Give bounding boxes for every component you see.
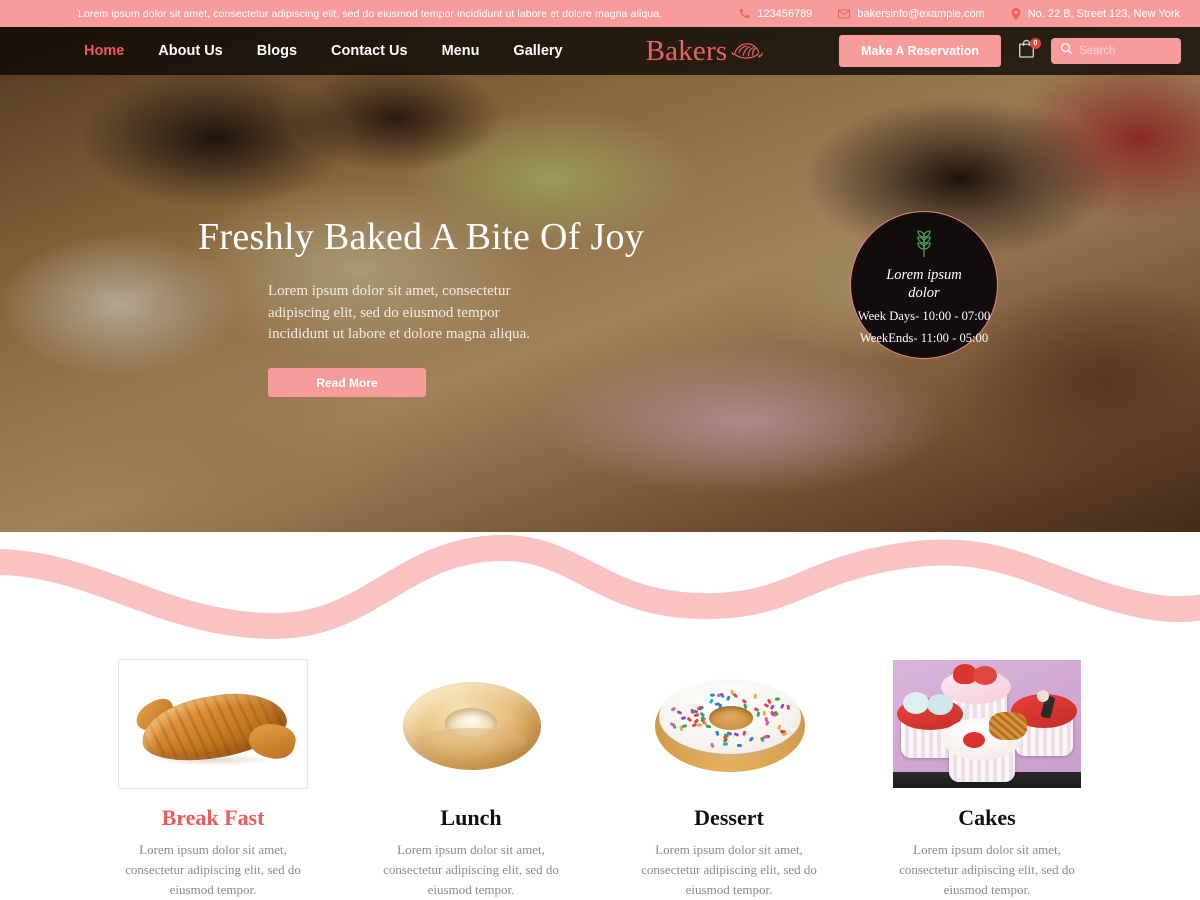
category-card-cakes[interactable]: Cakes Lorem ipsum dolor sit amet, consec…	[858, 660, 1116, 900]
bagel-illustration	[377, 660, 565, 788]
nav-links: Home About Us Blogs Contact Us Menu Gall…	[84, 43, 563, 59]
cart-count-badge: 0	[1030, 38, 1041, 49]
category-description: Lorem ipsum dolor sit amet, consectetur …	[383, 842, 559, 898]
contact-address[interactable]: No. 22 B, Street 123, New York	[1011, 7, 1180, 20]
contact-email[interactable]: bakersinfo@example.com	[838, 7, 985, 20]
search-box[interactable]	[1051, 38, 1181, 64]
sprinkle-donut-photo	[635, 660, 823, 788]
category-title: Lunch	[440, 805, 502, 830]
nav-link-blogs[interactable]: Blogs	[257, 43, 297, 59]
croissant-photo	[119, 660, 307, 788]
contact-address-text: No. 22 B, Street 123, New York	[1027, 7, 1180, 20]
site-logo[interactable]: Bakers	[646, 35, 765, 68]
nav-link-about-us[interactable]: About Us	[158, 43, 222, 59]
hero-description: Lorem ipsum dolor sit amet, consectetur …	[268, 282, 531, 343]
contact-phone[interactable]: 123456789	[739, 8, 812, 20]
topbar-tagline: Lorem ipsum dolor sit amet, consectetur …	[78, 7, 663, 20]
wave-divider	[0, 532, 1200, 642]
hours-weekdays: Week Days- 10:00 - 07:00	[857, 309, 991, 324]
donut-illustration	[635, 660, 823, 788]
category-card-lunch[interactable]: Lunch Lorem ipsum dolor sit amet, consec…	[342, 660, 600, 900]
nav-link-contact-us[interactable]: Contact Us	[331, 43, 408, 59]
hero-title: Freshly Baked A Bite Of Joy	[198, 216, 645, 258]
opening-hours-badge: Lorem ipsum dolor Week Days- 10:00 - 07:…	[850, 211, 998, 359]
search-icon	[1060, 42, 1073, 60]
category-description: Lorem ipsum dolor sit amet, consectetur …	[899, 842, 1075, 898]
make-a-reservation-button[interactable]: Make A Reservation	[839, 35, 1001, 67]
brand-name: Bakers	[645, 34, 728, 67]
category-title: Break Fast	[161, 805, 265, 830]
nav-link-gallery[interactable]: Gallery	[513, 43, 562, 59]
category-description: Lorem ipsum dolor sit amet, consectetur …	[125, 842, 301, 898]
bagel-photo	[377, 660, 565, 788]
category-title: Cakes	[958, 805, 1016, 830]
contact-phone-text: 123456789	[757, 7, 813, 20]
category-card-dessert[interactable]: Dessert Lorem ipsum dolor sit amet, cons…	[600, 660, 858, 900]
read-more-button[interactable]: Read More	[268, 368, 426, 398]
cupcakes-photo	[893, 660, 1081, 788]
mail-icon	[838, 9, 851, 19]
category-title: Dessert	[694, 805, 764, 830]
location-pin-icon	[1011, 7, 1021, 20]
cupcakes-illustration	[893, 660, 1081, 788]
category-card-break-fast[interactable]: Break Fast Lorem ipsum dolor sit amet, c…	[84, 660, 342, 900]
wheat-leaf-icon	[912, 228, 936, 263]
croissant-logo-icon	[730, 36, 764, 67]
cart-button[interactable]: 0	[1015, 38, 1041, 63]
croissant-illustration	[119, 660, 307, 788]
contact-email-text: bakersinfo@example.com	[857, 7, 985, 20]
hours-title: Lorem ipsum dolor	[886, 267, 962, 301]
wave-shape-icon	[0, 534, 1200, 640]
hero-section: Home About Us Blogs Contact Us Menu Gall…	[0, 27, 1200, 532]
main-navigation: Home About Us Blogs Contact Us Menu Gall…	[0, 27, 1200, 75]
search-input[interactable]	[1079, 45, 1172, 57]
nav-link-menu[interactable]: Menu	[442, 43, 480, 59]
category-cards: Break Fast Lorem ipsum dolor sit amet, c…	[0, 642, 1200, 900]
category-description: Lorem ipsum dolor sit amet, consectetur …	[641, 842, 817, 898]
phone-icon	[739, 8, 750, 19]
nav-link-home[interactable]: Home	[84, 43, 124, 59]
topbar-contact-group: 123456789 bakersinfo@example.com No. 22 …	[739, 0, 1180, 27]
top-info-bar: Lorem ipsum dolor sit amet, consectetur …	[0, 0, 1200, 27]
hero-content: Freshly Baked A Bite Of Joy Lorem ipsum …	[198, 216, 718, 398]
nav-actions: Make A Reservation 0	[839, 35, 1181, 67]
hours-weekends: WeekEnds- 11:00 - 05:00	[859, 331, 989, 346]
